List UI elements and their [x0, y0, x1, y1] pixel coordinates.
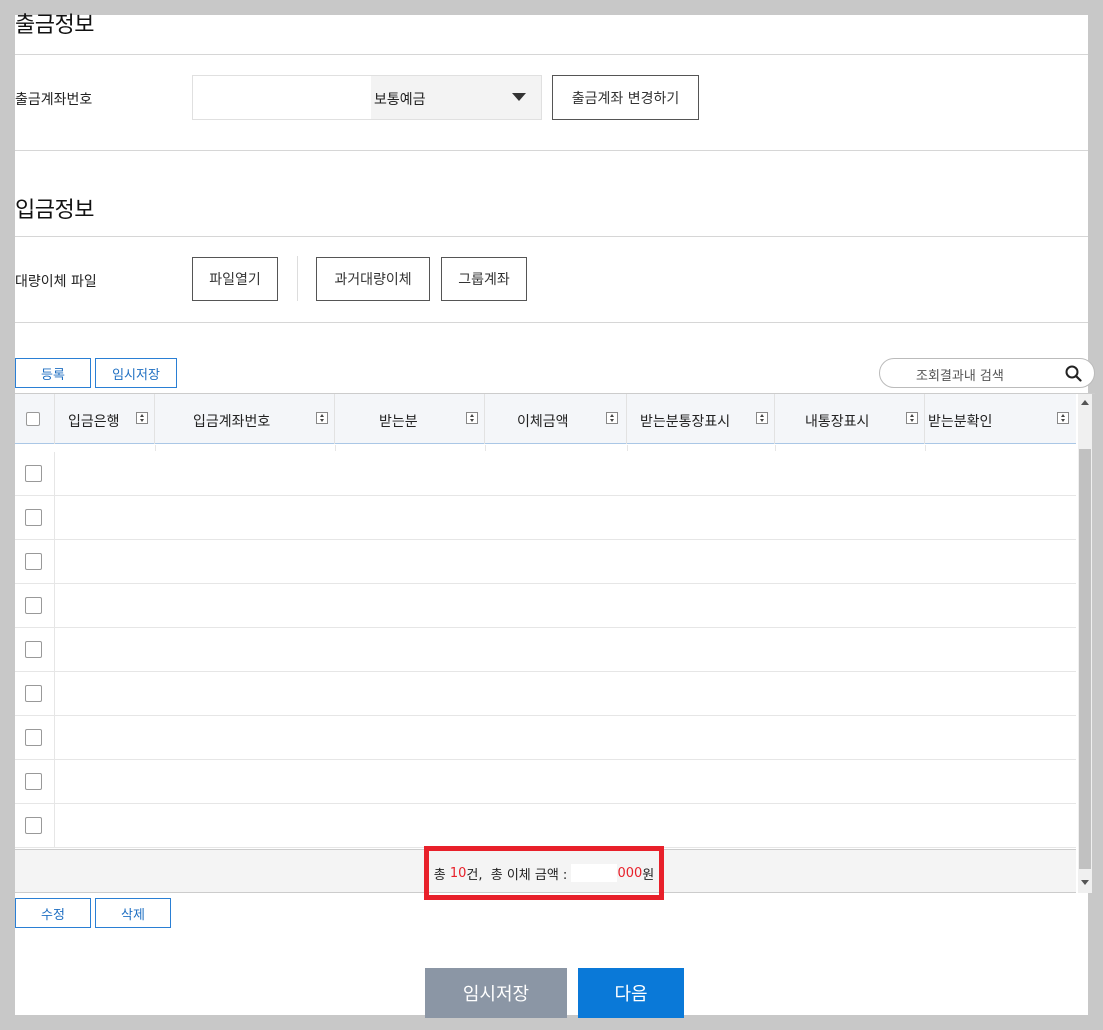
row-checkbox-cell [15, 628, 55, 672]
column-label: 입금계좌번호 [193, 414, 271, 430]
column-label: 입금은행 [68, 414, 120, 430]
grid-header: 입금은행 입금계좌번호 받는분 이체금액 받는분통장표시 내통장표시 받는분확인 [15, 394, 1076, 444]
scroll-up-icon[interactable] [1081, 400, 1089, 405]
column-divider [775, 445, 776, 451]
row-checkbox[interactable] [25, 685, 42, 702]
table-row[interactable] [15, 584, 1076, 628]
column-label: 내통장표시 [805, 414, 870, 430]
scroll-down-icon[interactable] [1081, 880, 1089, 885]
divider [15, 322, 1088, 323]
total-amount-tail: 000 [617, 865, 643, 881]
sort-icon[interactable] [606, 412, 618, 424]
row-checkbox-cell [15, 672, 55, 716]
change-account-button[interactable]: 출금계좌 변경하기 [552, 75, 699, 120]
select-all-checkbox[interactable] [26, 412, 40, 426]
table-row[interactable] [15, 760, 1076, 804]
row-checkbox[interactable] [25, 817, 42, 834]
divider [15, 236, 1088, 237]
result-search-input[interactable]: 조회결과내 검색 [879, 358, 1095, 388]
column-header-recipient[interactable]: 받는분 [335, 394, 485, 444]
transfer-page: 출금정보 출금계좌번호 보통예금 출금계좌 변경하기 입금정보 대량이체 파일 … [15, 13, 1095, 1018]
column-header-account-number[interactable]: 입금계좌번호 [155, 394, 335, 444]
column-label: 받는분 [379, 414, 418, 430]
sort-icon[interactable] [466, 412, 478, 424]
account-number-masked [193, 76, 371, 119]
masked-amount [571, 864, 618, 882]
table-row[interactable] [15, 496, 1076, 540]
row-checkbox-cell [15, 584, 55, 628]
sort-icon[interactable] [316, 412, 328, 424]
temp-save-button[interactable]: 임시저장 [425, 968, 567, 1018]
row-checkbox-cell [15, 760, 55, 804]
next-button[interactable]: 다음 [578, 968, 684, 1018]
row-checkbox[interactable] [25, 509, 42, 526]
past-bulk-transfer-button[interactable]: 과거대량이체 [316, 257, 430, 301]
divider [15, 54, 1088, 55]
register-button[interactable]: 등록 [15, 358, 91, 388]
row-checkbox-cell [15, 804, 55, 848]
column-header-recipient-check[interactable]: 받는분확인 [925, 394, 1076, 444]
column-divider [627, 445, 628, 451]
column-header-recipient-memo[interactable]: 받는분통장표시 [627, 394, 775, 444]
table-row[interactable] [15, 628, 1076, 672]
search-placeholder: 조회결과내 검색 [916, 369, 1004, 384]
column-divider [925, 445, 926, 451]
temp-save-small-button[interactable]: 임시저장 [95, 358, 177, 388]
button-separator [297, 256, 298, 301]
sort-icon[interactable] [1057, 412, 1069, 424]
row-checkbox-cell [15, 540, 55, 584]
summary-prefix: 총 [433, 867, 450, 883]
sort-icon[interactable] [136, 412, 148, 424]
row-checkbox-cell [15, 496, 55, 540]
delete-button[interactable]: 삭제 [95, 898, 171, 928]
row-checkbox-cell [15, 452, 55, 496]
column-label: 받는분통장표시 [640, 414, 731, 430]
table-row[interactable] [15, 672, 1076, 716]
column-label: 이체금액 [517, 414, 569, 430]
total-count: 10 [449, 865, 467, 881]
transfer-summary: 총 10 건, 총 이체 금액 : 000 원 [424, 846, 664, 900]
sort-icon[interactable] [756, 412, 768, 424]
group-account-button[interactable]: 그룹계좌 [441, 257, 527, 301]
transfer-grid: 입금은행 입금계좌번호 받는분 이체금액 받는분통장표시 내통장표시 받는분확인 [15, 393, 1095, 893]
row-checkbox[interactable] [25, 773, 42, 790]
column-divider [335, 445, 336, 451]
table-row[interactable] [15, 804, 1076, 848]
search-icon[interactable] [1065, 365, 1082, 382]
row-checkbox[interactable] [25, 553, 42, 570]
header-checkbox-cell [15, 394, 55, 444]
column-header-bank[interactable]: 입금은행 [55, 394, 155, 444]
withdrawal-account-label: 출금계좌번호 [15, 92, 93, 108]
column-label: 받는분확인 [928, 414, 993, 430]
chevron-down-icon [512, 93, 526, 101]
currency-unit: 원 [642, 867, 655, 883]
row-checkbox-cell [15, 716, 55, 760]
bulk-transfer-file-label: 대량이체 파일 [15, 274, 97, 290]
sort-icon[interactable] [906, 412, 918, 424]
divider [15, 150, 1088, 151]
row-checkbox[interactable] [25, 641, 42, 658]
row-checkbox[interactable] [25, 597, 42, 614]
account-type-value: 보통예금 [374, 92, 426, 108]
column-divider [155, 445, 156, 451]
table-row[interactable] [15, 540, 1076, 584]
scroll-thumb[interactable] [1079, 449, 1091, 869]
row-checkbox[interactable] [25, 465, 42, 482]
column-header-amount[interactable]: 이체금액 [485, 394, 627, 444]
column-divider [485, 445, 486, 451]
column-header-my-memo[interactable]: 내통장표시 [775, 394, 925, 444]
open-file-button[interactable]: 파일열기 [192, 257, 278, 301]
row-checkbox[interactable] [25, 729, 42, 746]
deposit-section-title: 입금정보 [15, 198, 94, 223]
summary-count-suffix: 건, 총 이체 금액 : [466, 867, 572, 883]
table-row[interactable] [15, 716, 1076, 760]
edit-button[interactable]: 수정 [15, 898, 91, 928]
withdrawal-account-select[interactable]: 보통예금 [192, 75, 542, 120]
withdrawal-section-title: 출금정보 [15, 13, 94, 38]
table-row[interactable] [15, 452, 1076, 496]
grid-scrollbar[interactable] [1078, 394, 1092, 893]
